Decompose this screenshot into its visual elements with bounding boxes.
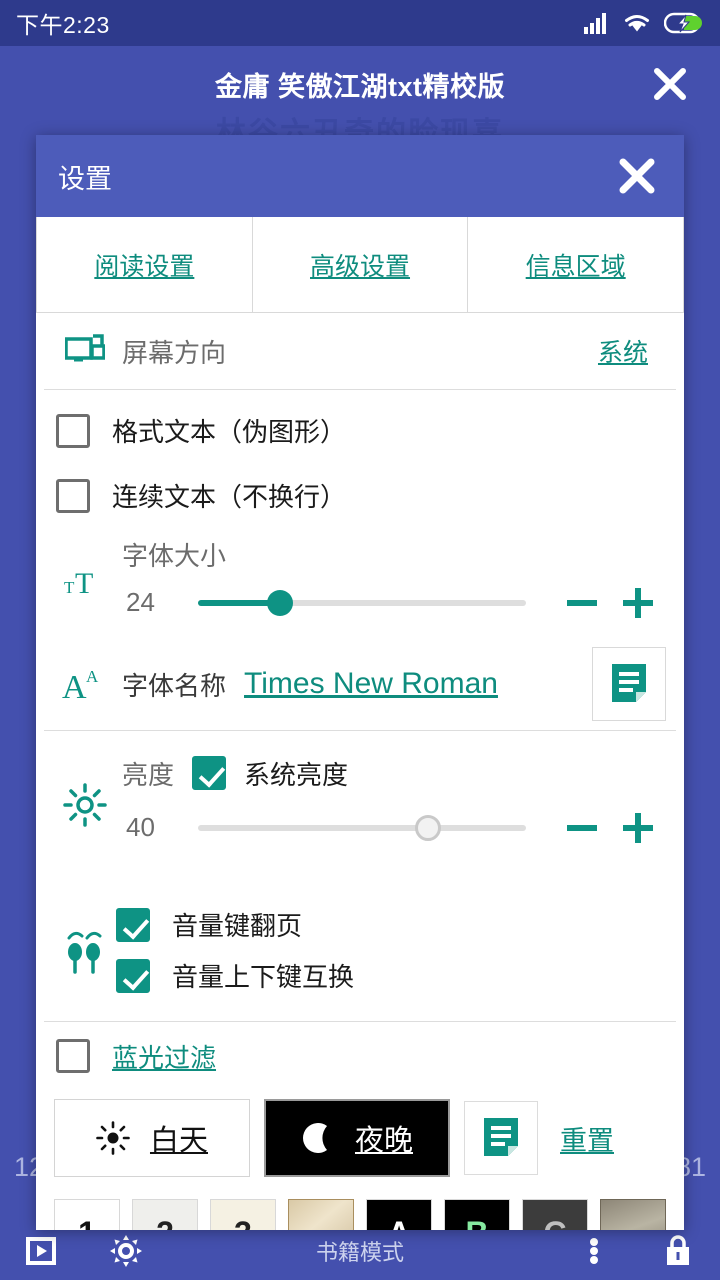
signal-icon: [584, 12, 610, 34]
row-screen-orientation[interactable]: 屏幕方向 系统: [36, 313, 684, 389]
tab-reading-settings[interactable]: 阅读设置: [36, 217, 253, 313]
svg-text:A: A: [62, 669, 87, 706]
format-text-checkbox[interactable]: [56, 413, 90, 448]
brightness-slider[interactable]: [198, 814, 526, 841]
settings-tabs: 阅读设置 高级设置 信息区域: [36, 217, 684, 313]
gear-icon[interactable]: [84, 1222, 168, 1280]
close-icon[interactable]: [648, 62, 692, 106]
moon-icon: [301, 1120, 335, 1156]
svg-text:T: T: [75, 567, 93, 600]
tab-advanced-settings[interactable]: 高级设置: [252, 217, 469, 313]
font-size-value: 24: [126, 587, 155, 617]
wifi-icon: [623, 12, 651, 34]
row-continuous-text[interactable]: 连续文本（不换行）: [36, 463, 684, 528]
swatch-a[interactable]: A: [366, 1199, 432, 1230]
row-volume-swap[interactable]: 音量上下键互换: [116, 957, 666, 994]
document-icon: [481, 1116, 521, 1160]
continuous-text-checkbox[interactable]: [56, 478, 90, 513]
day-mode-label: 白天: [149, 1125, 208, 1157]
screen-rotation-icon: [54, 333, 116, 369]
reader-bottom-nav: 书籍模式: [0, 1222, 720, 1280]
block-font-size: T T 字体大小 24: [36, 528, 684, 638]
reset-button[interactable]: 重置: [560, 1119, 614, 1158]
font-size-decrease-button[interactable]: [554, 575, 610, 631]
swatch-paper-light[interactable]: [288, 1199, 354, 1230]
back-icon[interactable]: [0, 1222, 84, 1280]
sun-icon: [96, 1121, 130, 1155]
volume-page-turn-checkbox[interactable]: [116, 907, 150, 942]
volume-page-turn-label: 音量键翻页: [172, 911, 303, 941]
status-time: 下午2:23: [16, 12, 110, 38]
brightness-decrease-button[interactable]: [554, 800, 610, 856]
font-size-slider[interactable]: [198, 589, 526, 616]
earphones-icon: [54, 926, 116, 974]
blue-light-filter-label[interactable]: 蓝光过滤: [112, 1038, 216, 1075]
blue-light-filter-checkbox[interactable]: [56, 1039, 90, 1073]
system-brightness-label: 系统亮度: [244, 759, 349, 790]
divider: [44, 389, 676, 390]
status-bar: 下午2:23: [0, 0, 720, 46]
brightness-value: 40: [126, 812, 155, 842]
font-name-value[interactable]: Times New Roman: [244, 667, 498, 701]
brightness-icon: [54, 782, 116, 828]
swatch-1[interactable]: 1: [54, 1199, 120, 1230]
settings-body: 屏幕方向 系统 格式文本（伪图形） 连续文本（不换行） T T 字体大小 24 …: [36, 313, 684, 1230]
brightness-title: 亮度: [122, 759, 175, 790]
status-icons: [584, 12, 704, 34]
swatch-c[interactable]: C: [522, 1199, 588, 1230]
night-mode-button[interactable]: 夜晚: [264, 1099, 450, 1177]
document-icon: [609, 662, 649, 706]
swatch-b[interactable]: B: [444, 1199, 510, 1230]
slider-track: [198, 824, 526, 831]
screen-orientation-value[interactable]: 系统: [598, 333, 648, 369]
font-name-document-button[interactable]: [592, 647, 666, 721]
settings-dialog: 设置 阅读设置 高级设置 信息区域 屏幕方向 系统 格式文本（伪图形） 连续文本…: [36, 135, 684, 1230]
format-text-label: 格式文本（伪图形）: [112, 417, 347, 447]
block-font-name: A A 字体名称 Times New Roman: [36, 638, 684, 730]
lock-icon[interactable]: [636, 1222, 720, 1280]
slider-thumb[interactable]: [414, 814, 441, 841]
block-volume-keys: 音量键翻页 音量上下键互换: [36, 879, 684, 1021]
more-icon[interactable]: [552, 1222, 636, 1280]
volume-swap-label: 音量上下键互换: [172, 962, 355, 992]
text-size-icon: T T: [54, 528, 116, 638]
theme-swatches: 1 2 3 A B C: [36, 1186, 684, 1230]
font-size-increase-button[interactable]: [610, 575, 666, 631]
font-size-title: 字体大小: [122, 540, 227, 571]
day-mode-button[interactable]: 白天: [54, 1099, 250, 1177]
continuous-text-label: 连续文本（不换行）: [112, 482, 347, 512]
battery-charging-icon: [664, 12, 704, 34]
screen-orientation-label: 屏幕方向: [122, 337, 227, 368]
swatch-2[interactable]: 2: [132, 1199, 198, 1230]
tab-info-area[interactable]: 信息区域: [468, 217, 684, 313]
volume-swap-checkbox[interactable]: [116, 958, 150, 993]
font-face-icon: A A: [54, 662, 116, 706]
row-blue-light-filter[interactable]: 蓝光过滤: [36, 1022, 684, 1090]
night-mode-label: 夜晚: [354, 1125, 413, 1157]
system-brightness-checkbox[interactable]: [192, 756, 227, 790]
brightness-increase-button[interactable]: [610, 800, 666, 856]
theme-buttons: 白天 夜晚 重置: [36, 1090, 684, 1186]
svg-text:T: T: [64, 578, 75, 597]
font-name-label: 字体名称: [122, 670, 227, 701]
slider-thumb[interactable]: [267, 589, 293, 616]
swatch-paper-dark[interactable]: [600, 1199, 666, 1230]
reader-mode-label[interactable]: 书籍模式: [168, 1235, 552, 1267]
row-format-text[interactable]: 格式文本（伪图形）: [36, 398, 684, 463]
theme-note-button[interactable]: [464, 1101, 538, 1175]
book-title: 金庸 笑傲江湖txt精校版: [215, 71, 505, 102]
svg-text:A: A: [86, 667, 99, 686]
row-volume-page-turn[interactable]: 音量键翻页: [116, 906, 666, 943]
settings-dialog-header: 设置: [36, 135, 684, 217]
close-icon[interactable]: [612, 151, 662, 201]
swatch-3[interactable]: 3: [210, 1199, 276, 1230]
block-brightness: 亮度 系统亮度 40: [36, 731, 684, 879]
settings-title: 设置: [58, 163, 112, 194]
